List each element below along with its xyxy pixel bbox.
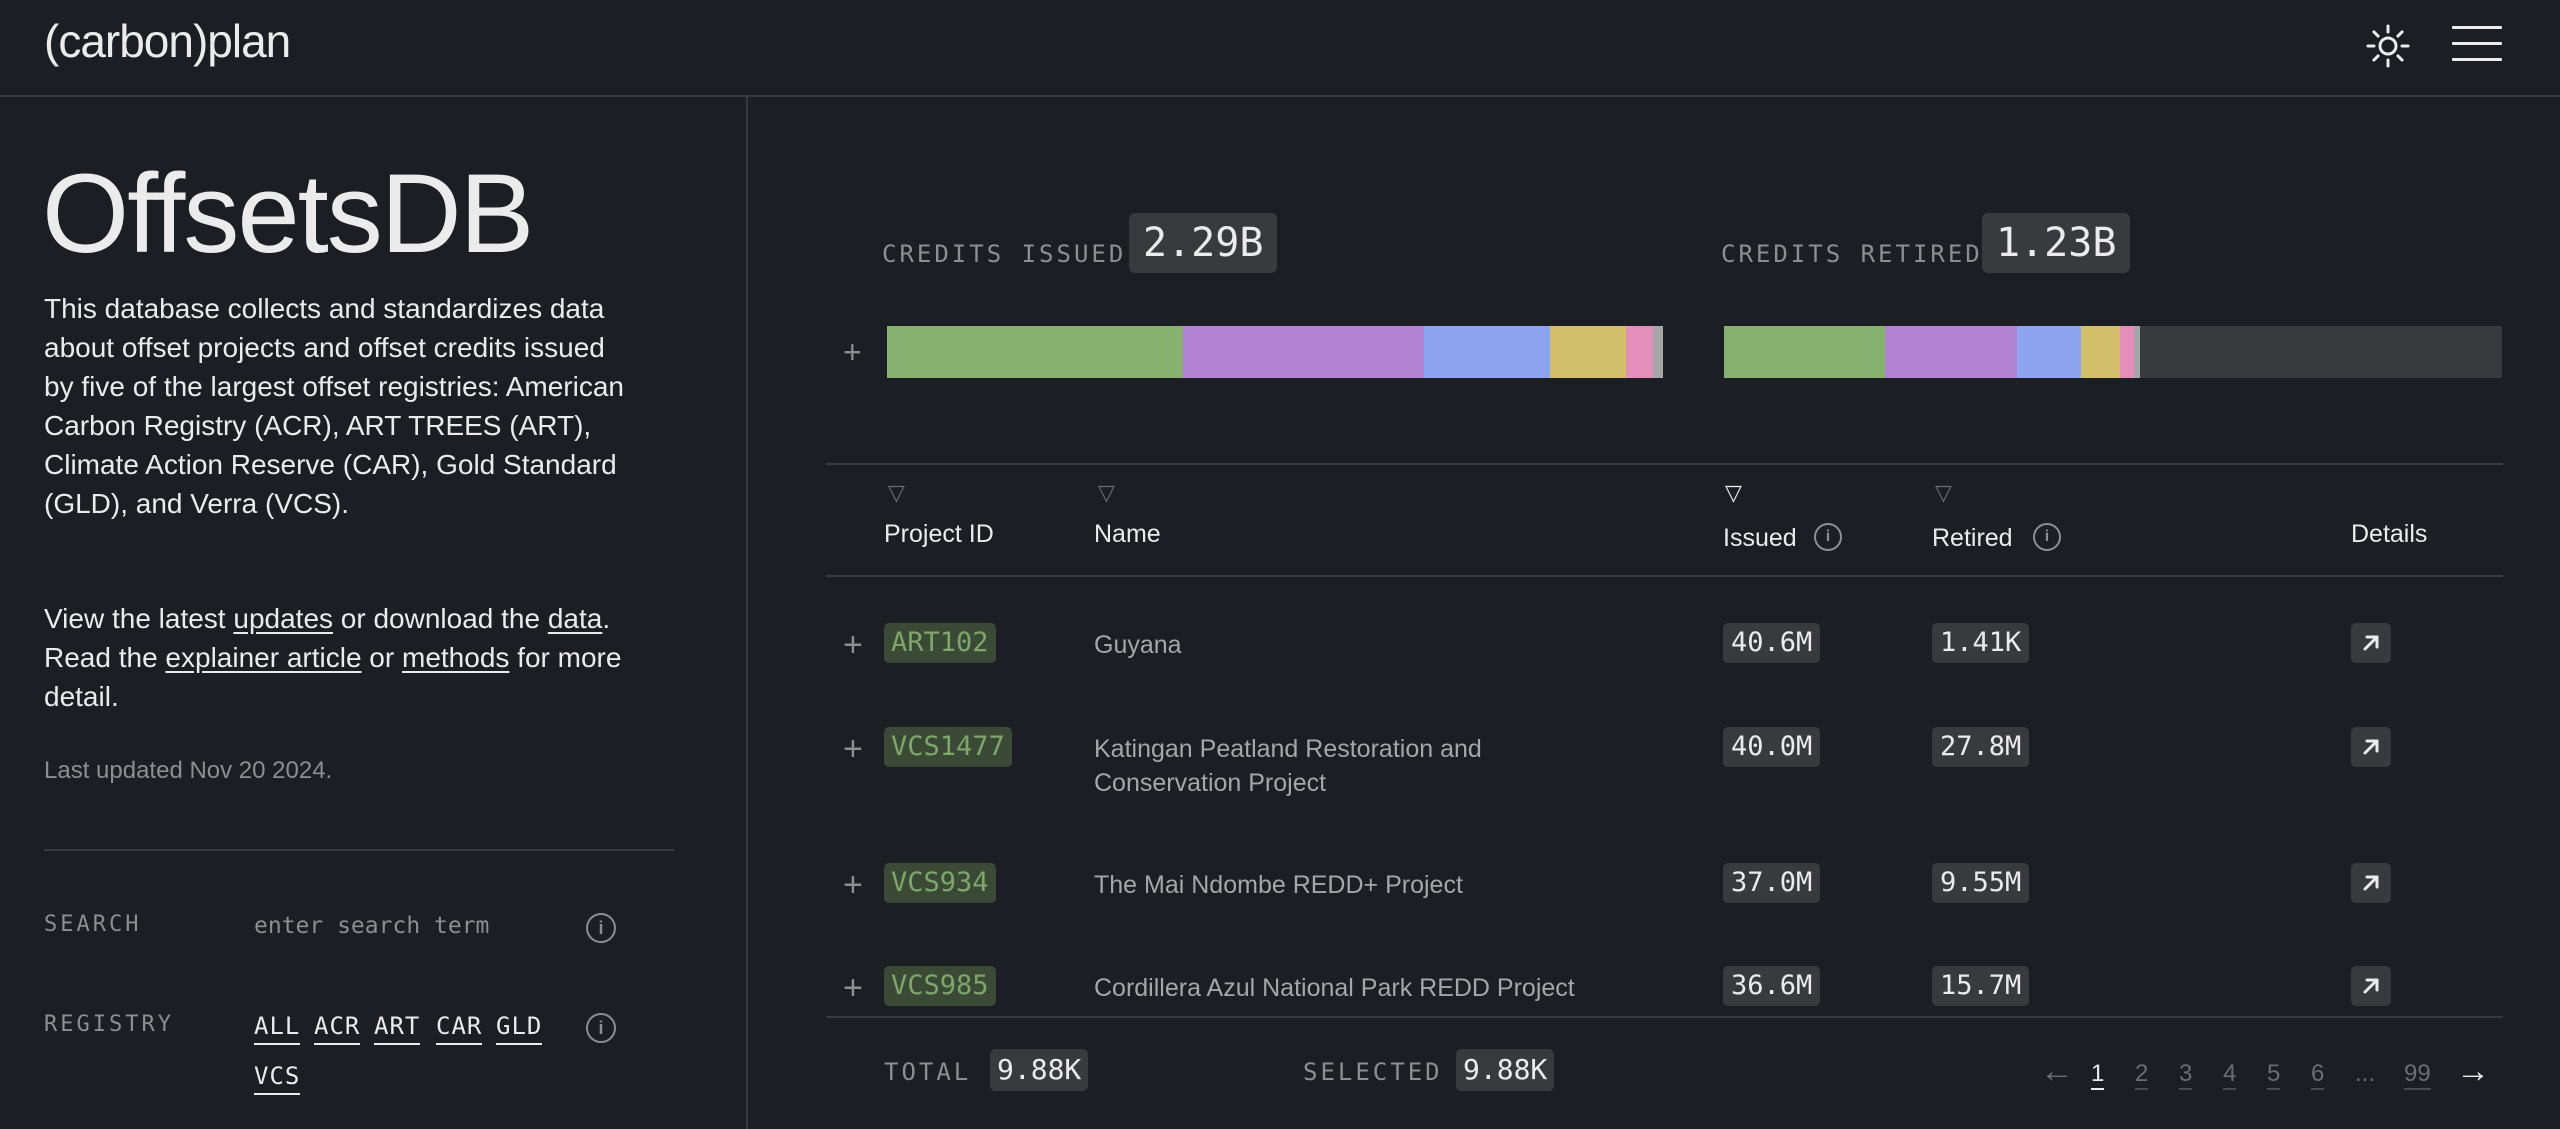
arrow-up-right-icon — [2363, 875, 2379, 891]
retired-value: 1.41K — [1932, 623, 2030, 663]
retired-value: 27.8M — [1932, 727, 2030, 767]
top-bar: (carbon)plan — [0, 0, 2560, 97]
sort-project-id-icon[interactable]: ▽ — [888, 480, 905, 506]
registry-label: REGISTRY — [44, 1012, 174, 1037]
retired-segment-green — [1724, 326, 1885, 378]
explainer-article-link[interactable]: explainer article — [165, 642, 361, 673]
sort-name-icon[interactable]: ▽ — [1098, 480, 1115, 506]
project-name: Cordillera Azul National Park REDD Proje… — [1094, 974, 1575, 1002]
page-99[interactable]: 99 — [2404, 1060, 2431, 1090]
retired-value: 15.7M — [1932, 966, 2030, 1006]
retired-segment-remaining — [2140, 326, 2502, 378]
selected-label: SELECTED — [1303, 1058, 1443, 1086]
issued-segment-yellow — [1550, 326, 1626, 378]
search-label: SEARCH — [44, 912, 142, 937]
page-title: OffsetsDB — [42, 151, 534, 276]
credits-issued-bar — [887, 326, 1663, 378]
page-5[interactable]: 5 — [2267, 1060, 2281, 1090]
registry-vcs-button[interactable]: VCS — [254, 1062, 301, 1095]
issued-value: 36.6M — [1723, 966, 1821, 1006]
project-id-badge: VCS934 — [884, 863, 996, 903]
registry-gld-button[interactable]: GLD — [496, 1012, 543, 1045]
page-1[interactable]: 1 — [2091, 1060, 2105, 1090]
project-id-badge: ART102 — [884, 623, 996, 663]
divider — [44, 849, 674, 851]
details-button[interactable] — [2351, 863, 2391, 903]
project-id-badge: VCS985 — [884, 966, 996, 1006]
credits-retired-label: CREDITS RETIRED — [1721, 240, 1983, 268]
column-issued[interactable]: Issued — [1723, 524, 1797, 553]
search-info-icon[interactable]: i — [586, 913, 616, 943]
project-id-badge: VCS1477 — [884, 727, 1012, 767]
details-button[interactable] — [2351, 623, 2391, 663]
registry-car-button[interactable]: CAR — [436, 1012, 483, 1045]
expand-row-icon[interactable]: + — [843, 732, 863, 766]
expand-row-icon[interactable]: + — [843, 868, 863, 902]
sidebar: OffsetsDB This database collects and sta… — [0, 97, 748, 1129]
registry-info-icon[interactable]: i — [586, 1013, 616, 1043]
page-4[interactable]: 4 — [2223, 1060, 2237, 1090]
details-button[interactable] — [2351, 727, 2391, 767]
issued-segment-blue — [1424, 326, 1550, 378]
methods-link[interactable]: methods — [402, 642, 509, 673]
retired-segment-purple — [1885, 326, 2017, 378]
total-label: TOTAL — [884, 1058, 972, 1086]
page-ellipsis: ... — [2355, 1060, 2376, 1087]
credits-retired-bar — [1724, 326, 2502, 378]
retired-segment-blue — [2017, 326, 2081, 378]
arrow-up-right-icon — [2363, 978, 2379, 994]
table-header-border — [826, 575, 2503, 577]
registry-acr-button[interactable]: ACR — [314, 1012, 361, 1045]
project-name: The Mai Ndombe REDD+ Project — [1094, 871, 1463, 899]
sun-icon[interactable] — [2366, 24, 2410, 68]
sort-retired-icon[interactable]: ▽ — [1935, 480, 1952, 506]
updates-link[interactable]: updates — [233, 603, 333, 634]
registry-art-button[interactable]: ART — [374, 1012, 421, 1045]
column-details: Details — [2351, 520, 2428, 548]
expand-row-icon[interactable]: + — [843, 628, 863, 662]
search-input[interactable] — [254, 913, 554, 939]
registry-all-button[interactable]: ALL — [254, 1012, 301, 1045]
column-project-id[interactable]: Project ID — [884, 520, 994, 549]
issued-segment-green — [887, 326, 1183, 378]
project-name: Katingan Peatland Restoration and Conser… — [1094, 735, 1482, 797]
sort-issued-icon[interactable]: ▽ — [1725, 480, 1742, 506]
credits-issued-label: CREDITS ISSUED — [882, 240, 1127, 268]
column-retired[interactable]: Retired — [1932, 524, 2013, 553]
arrow-up-right-icon — [2363, 635, 2379, 651]
page-2[interactable]: 2 — [2135, 1060, 2149, 1090]
expand-row-icon[interactable]: + — [843, 971, 863, 1005]
page-6[interactable]: 6 — [2311, 1060, 2325, 1090]
retired-value: 9.55M — [1932, 863, 2030, 903]
expand-bars-icon[interactable]: + — [843, 336, 862, 368]
issued-info-icon[interactable]: i — [1814, 523, 1842, 551]
credits-issued-value: 2.29B — [1129, 213, 1278, 273]
column-name[interactable]: Name — [1094, 520, 1161, 549]
retired-segment-pink — [2120, 326, 2134, 378]
previous-page-arrow-icon[interactable]: ← — [2040, 1054, 2074, 1088]
issued-segment-grey — [1653, 326, 1663, 378]
issued-value: 40.0M — [1723, 727, 1821, 767]
credits-retired-value: 1.23B — [1982, 213, 2131, 273]
issued-segment-purple — [1183, 326, 1424, 378]
issued-segment-pink — [1626, 326, 1653, 378]
retired-info-icon[interactable]: i — [2033, 523, 2061, 551]
project-name: Guyana — [1094, 631, 1182, 659]
description: This database collects and standardizes … — [44, 293, 624, 519]
next-page-arrow-icon[interactable]: → — [2456, 1054, 2490, 1088]
issued-value: 37.0M — [1723, 863, 1821, 903]
issued-value: 40.6M — [1723, 623, 1821, 663]
retired-segment-yellow — [2081, 326, 2120, 378]
arrow-up-right-icon — [2363, 739, 2379, 755]
data-link[interactable]: data — [548, 603, 603, 634]
total-value: 9.88K — [990, 1049, 1089, 1091]
selected-value: 9.88K — [1456, 1049, 1555, 1091]
hamburger-menu-icon[interactable] — [2452, 26, 2502, 66]
last-updated: Last updated Nov 20 2024. — [44, 757, 333, 784]
carbonplan-logo[interactable]: (carbon)plan — [44, 14, 291, 68]
table-top-border — [826, 463, 2503, 465]
details-button[interactable] — [2351, 966, 2391, 1006]
links-paragraph: View the latest updates or download the … — [44, 603, 622, 712]
page-3[interactable]: 3 — [2179, 1060, 2193, 1090]
